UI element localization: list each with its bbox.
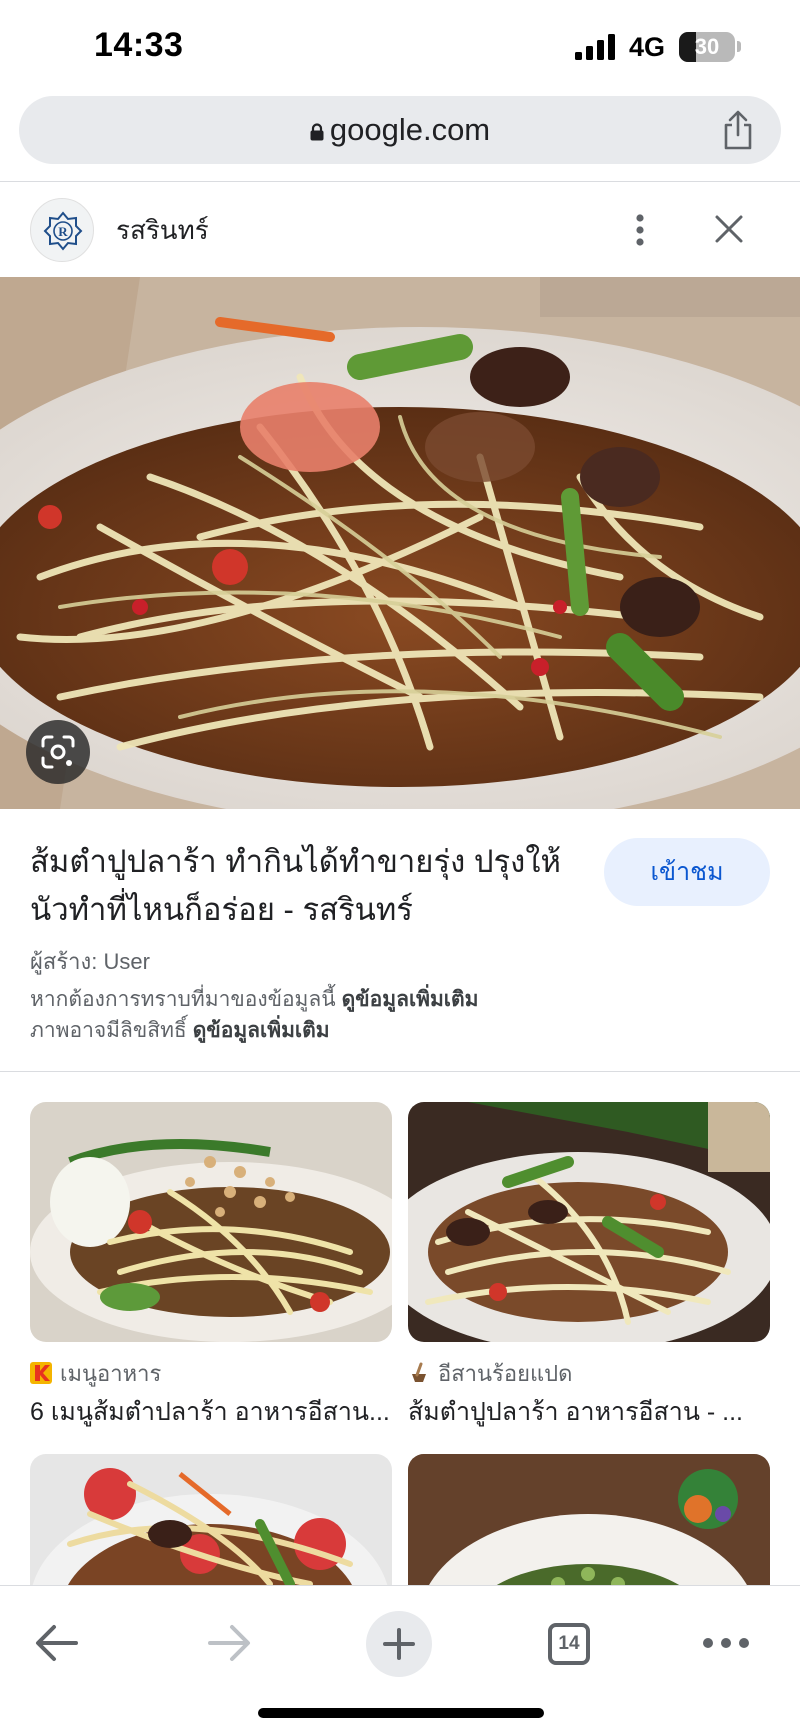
- more-vertical-icon[interactable]: [624, 210, 656, 250]
- creator-text: ผู้สร้าง: User: [30, 949, 150, 974]
- url-display[interactable]: google.com: [19, 96, 781, 164]
- related-card-title[interactable]: ส้มตำปูปลาร้า อาหารอีสาน - ...: [408, 1392, 770, 1432]
- main-image[interactable]: [0, 277, 800, 809]
- rosarin-logo-icon[interactable]: R: [30, 198, 94, 262]
- network-type: 4G: [629, 32, 666, 62]
- bottom-toolbar: 14: [0, 1585, 800, 1731]
- learn-more-link[interactable]: ดูข้อมูลเพิ่มเติม: [342, 988, 479, 1011]
- related-card[interactable]: [408, 1454, 770, 1585]
- related-card-source-name: อีสานร้อยแปด: [438, 1361, 573, 1386]
- tab-switcher-button[interactable]: 14: [548, 1623, 590, 1665]
- k-logo-icon: [30, 1362, 52, 1384]
- related-card-source: อีสานร้อยแปด: [408, 1356, 572, 1391]
- info-line-source: หากต้องการทราบที่มาของข้อมูลนี้ ดูข้อมูลเ…: [30, 983, 478, 1016]
- arrow-right-icon[interactable]: [206, 1622, 252, 1664]
- status-bar: 14:33 4G 30: [0, 0, 800, 92]
- battery-level: 30: [694, 34, 720, 59]
- visit-button[interactable]: เข้าชม: [604, 838, 770, 906]
- more-horizontal-icon[interactable]: [702, 1636, 750, 1650]
- related-card-image[interactable]: [408, 1102, 770, 1342]
- related-card-image[interactable]: [30, 1102, 392, 1342]
- copyright-learn-more-link[interactable]: ดูข้อมูลเพิ่มเติม: [193, 1019, 330, 1042]
- status-time: 14:33: [94, 26, 184, 64]
- plus-icon: [383, 1628, 415, 1660]
- related-card-image[interactable]: [30, 1454, 392, 1585]
- header-divider: [0, 181, 800, 182]
- battery-nub: [737, 41, 741, 52]
- lock-icon: [310, 123, 324, 141]
- info-source-text: หากต้องการทราบที่มาของข้อมูลนี้: [30, 988, 336, 1011]
- share-icon[interactable]: [721, 110, 755, 150]
- result-title[interactable]: ส้มตำปูปลาร้า ทำกินได้ทำขายรุ่ง ปรุงให้น…: [30, 838, 595, 934]
- lens-icon: [41, 735, 75, 769]
- url-text: google.com: [329, 112, 491, 147]
- related-card[interactable]: อีสานร้อยแปด ส้มตำปูปลาร้า อาหารอีสาน - …: [408, 1102, 770, 1426]
- mortar-logo-icon: [408, 1362, 430, 1384]
- home-indicator[interactable]: [258, 1708, 544, 1718]
- signal-icon: [575, 34, 615, 60]
- related-card[interactable]: [30, 1454, 392, 1585]
- papaya-salad-illustration: [0, 277, 800, 809]
- related-card-title[interactable]: 6 เมนูส้มตำปลาร้า อาหารอีสาน...: [30, 1392, 392, 1432]
- arrow-left-icon[interactable]: [34, 1622, 80, 1664]
- section-divider: [0, 1071, 800, 1072]
- related-card[interactable]: เมนูอาหาร 6 เมนูส้มตำปลาร้า อาหารอีสาน..…: [30, 1102, 392, 1426]
- related-card-image[interactable]: [408, 1454, 770, 1585]
- new-tab-button[interactable]: [366, 1611, 432, 1677]
- svg-text:R: R: [58, 224, 68, 239]
- info-line-copyright: ภาพอาจมีลิขสิทธิ์ ดูข้อมูลเพิ่มเติม: [30, 1014, 330, 1047]
- related-card-source-name: เมนูอาหาร: [60, 1361, 162, 1386]
- related-card-source: เมนูอาหาร: [30, 1356, 161, 1391]
- lens-search-button[interactable]: [26, 720, 90, 784]
- close-icon[interactable]: [712, 212, 746, 246]
- copyright-text: ภาพอาจมีลิขสิทธิ์: [30, 1019, 187, 1042]
- source-name[interactable]: รสรินทร์: [116, 210, 209, 251]
- address-bar[interactable]: google.com: [19, 96, 781, 164]
- battery-icon: 30: [679, 32, 735, 62]
